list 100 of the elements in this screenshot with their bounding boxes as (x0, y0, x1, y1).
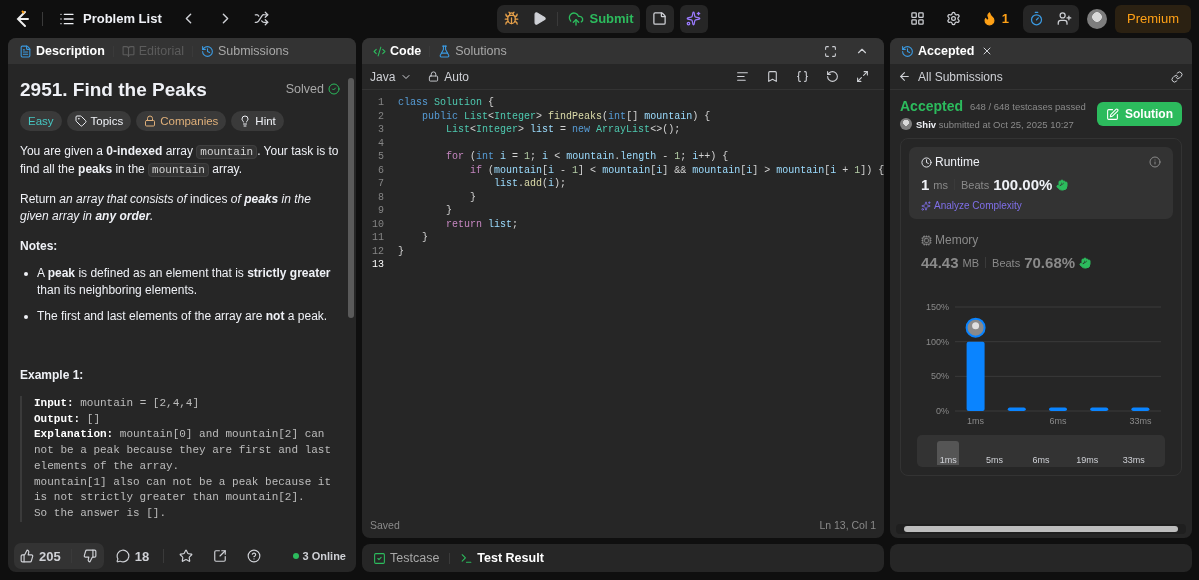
solved-status: Solved (285, 80, 340, 98)
example-heading: Example 1: (20, 367, 85, 384)
scrollbar[interactable] (896, 524, 1186, 534)
notes-heading: Notes: (20, 238, 59, 255)
note-icon (652, 11, 668, 26)
sparkles-icon (921, 200, 931, 211)
avatar-icon (900, 118, 912, 130)
cloud-upload-icon (568, 10, 585, 27)
example-line: mountain[1] also can not be a peak because it is not strictly greater than mountain[2]. (34, 474, 333, 506)
problem-list-link[interactable]: Problem List (55, 10, 166, 27)
bar (1007, 407, 1026, 411)
logo-icon[interactable] (14, 9, 30, 28)
panel-tab[interactable]: Description (16, 44, 108, 58)
code-icon (373, 44, 386, 58)
streak-button[interactable]: 1 (975, 4, 1015, 33)
panel-tab[interactable]: Testcase (370, 551, 443, 565)
cursor-position: Ln 13, Col 1 (819, 519, 876, 531)
axis-label: 100% (925, 336, 949, 347)
expand-icon (855, 70, 869, 83)
timer-icon (1029, 11, 1045, 26)
line-number: 12 (371, 245, 385, 257)
panel-tab[interactable]: Code (370, 44, 425, 58)
beats-label: Beats (961, 178, 990, 191)
avatar-icon (965, 317, 986, 338)
metric-value: 1 (921, 176, 930, 193)
tag-chip[interactable]: Hint (231, 111, 284, 131)
premium-button[interactable]: Premium (1115, 4, 1191, 33)
problem-title: 2951. Find the Peaks (20, 80, 207, 98)
line-number: 2 (377, 110, 385, 122)
add-user-icon (1057, 11, 1073, 26)
submission-info: Shiv submitted at Oct 25, 2025 10:27 (916, 118, 1074, 130)
note-button[interactable] (645, 4, 674, 33)
ai-button[interactable] (679, 4, 708, 33)
metric-card[interactable]: Memory 44.43 MB Beats 70.68% (909, 225, 1173, 279)
line-number: 5 (377, 151, 385, 163)
fullscreen-icon (823, 44, 837, 58)
metric-card[interactable]: Runtime 1 ms Beats 100.00% Analyze Complexity (909, 147, 1173, 219)
code-line: return list; (445, 218, 519, 230)
tag-chip[interactable]: Easy (20, 111, 62, 131)
sparkles-icon (686, 11, 702, 26)
pen-icon (1106, 107, 1119, 121)
testcase-count: 648 / 648 testcases passed (970, 100, 1086, 112)
bar (966, 341, 985, 411)
bar (1131, 407, 1150, 411)
comments-button[interactable]: 18 (109, 542, 156, 570)
metric-value: 44.43 (921, 254, 959, 271)
code-line: list.add(i); (493, 178, 567, 190)
line-number: 1 (377, 97, 385, 109)
code-line: } (469, 191, 476, 203)
info-icon (1149, 156, 1161, 168)
line-number: 9 (377, 205, 385, 217)
terminal-icon (460, 551, 474, 565)
bar (1090, 407, 1109, 411)
panel-tab[interactable]: Test Result (457, 551, 547, 565)
panel-tab[interactable]: Submissions (197, 44, 292, 58)
star-icon (179, 549, 194, 563)
align-left-icon (735, 70, 749, 83)
bullet-icon (24, 272, 28, 276)
range-option[interactable]: 19ms (1076, 441, 1099, 465)
back-link[interactable]: All Submissions (898, 65, 1003, 88)
example-line: Input: mountain = [2,4,4] (34, 396, 201, 411)
bug-icon (503, 11, 519, 26)
avatar-icon[interactable] (1087, 8, 1107, 29)
language-select[interactable]: Java (370, 65, 413, 88)
range-option[interactable]: 6ms (1029, 441, 1052, 465)
tag-chip[interactable]: Companies (136, 111, 227, 131)
range-option[interactable]: 33ms (1122, 441, 1145, 465)
axis-label: 6ms (1049, 416, 1067, 426)
hand-icon (1079, 256, 1092, 269)
line-number: 13 (371, 259, 385, 271)
hand-icon (1056, 178, 1069, 191)
panel-tab[interactable]: Accepted (898, 44, 978, 58)
history-icon (901, 44, 914, 58)
code-line: } (445, 205, 452, 217)
thumbs-down-icon (82, 549, 97, 563)
tag-chip[interactable]: Topics (66, 111, 132, 131)
panel-tab[interactable]: Solutions (435, 44, 510, 58)
example-line: Explanation: mountain[0] and mountain[2] can not be a peak because they are first and last elements of the array. (34, 427, 333, 474)
line-number: 3 (377, 124, 385, 136)
metric-unit: MB (962, 256, 980, 269)
play-icon (531, 11, 547, 26)
grid-icon (910, 11, 926, 26)
history-icon (200, 44, 214, 58)
comment-icon (115, 549, 130, 563)
range-option[interactable]: 1ms (937, 441, 960, 465)
checkbox-icon (373, 551, 386, 565)
bookmark-icon (765, 70, 779, 83)
lightbulb-icon (239, 115, 252, 127)
code-line: } (421, 232, 428, 244)
code-line: List<Integer> list = new ArrayList<>(); (445, 124, 681, 136)
mode-select[interactable]: Auto (422, 65, 476, 88)
line-number: 7 (377, 178, 385, 190)
range-option[interactable]: 5ms (983, 441, 1006, 465)
note-text: A peak is defined as an element that is strictly greater than its neighboring elements. (37, 265, 332, 299)
metric-unit: ms (933, 178, 948, 191)
note-text: The first and last elements of the array are not a peak. (37, 308, 328, 325)
bar (1049, 407, 1067, 411)
description-text: Return an array that consists of indices of peaks in the given array in any order. (20, 191, 312, 225)
line-number: 6 (377, 164, 385, 176)
verdict-text: Accepted (900, 98, 964, 114)
